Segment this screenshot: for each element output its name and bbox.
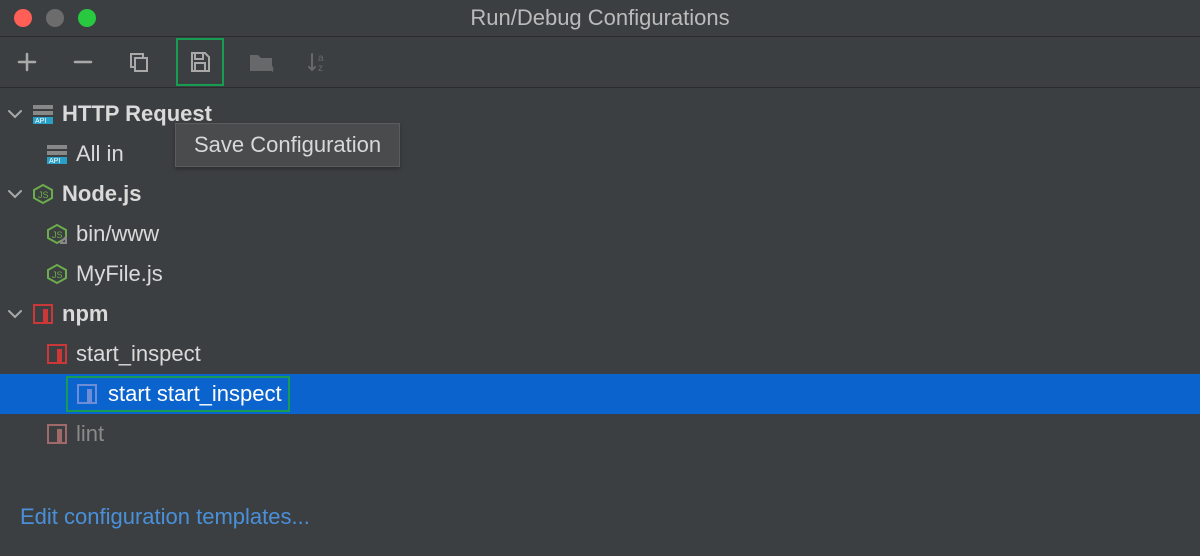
sort-configurations-button[interactable]: a z xyxy=(302,47,332,77)
svg-text:API: API xyxy=(35,118,46,125)
svg-text:JS: JS xyxy=(52,230,63,240)
tree-group-label: Node.js xyxy=(62,181,141,207)
nodejs-icon: JS xyxy=(44,263,70,285)
tree-group-npm[interactable]: npm xyxy=(0,294,1200,334)
move-to-folder-button[interactable]: + xyxy=(246,47,276,77)
tree-item-lint[interactable]: lint xyxy=(0,414,1200,454)
minimize-window-button[interactable] xyxy=(46,9,64,27)
nodejs-share-icon: JS xyxy=(44,223,70,245)
svg-text:+: + xyxy=(269,62,274,73)
toolbar: + a z xyxy=(0,37,1200,88)
zoom-window-button[interactable] xyxy=(78,9,96,27)
tooltip-text: Save Configuration xyxy=(194,132,381,157)
add-configuration-button[interactable] xyxy=(12,47,42,77)
tree-item-label: start_inspect xyxy=(76,341,201,367)
svg-text:JS: JS xyxy=(38,190,49,200)
tree-item-myfile-js[interactable]: JS MyFile.js xyxy=(0,254,1200,294)
copy-icon xyxy=(128,51,150,73)
api-icon: API xyxy=(44,143,70,165)
save-configuration-button[interactable] xyxy=(180,42,220,82)
edit-templates-link[interactable]: Edit configuration templates... xyxy=(20,504,310,530)
npm-temp-icon xyxy=(74,384,100,404)
tree-item-label: start start_inspect xyxy=(108,381,282,407)
folder-icon: + xyxy=(248,51,274,73)
copy-configuration-button[interactable] xyxy=(124,47,154,77)
npm-icon xyxy=(30,304,56,324)
nodejs-icon: JS xyxy=(30,183,56,205)
tree-item-label: MyFile.js xyxy=(76,261,163,287)
tree-group-nodejs[interactable]: JS Node.js xyxy=(0,174,1200,214)
window-controls xyxy=(0,9,96,27)
remove-configuration-button[interactable] xyxy=(68,47,98,77)
titlebar: Run/Debug Configurations xyxy=(0,0,1200,37)
window-title: Run/Debug Configurations xyxy=(0,5,1200,31)
tree-item-start-inspect[interactable]: start_inspect xyxy=(0,334,1200,374)
tree-item-label: lint xyxy=(76,421,104,447)
close-window-button[interactable] xyxy=(14,9,32,27)
tree-item-label: bin/www xyxy=(76,221,159,247)
save-icon xyxy=(188,50,212,74)
plus-icon xyxy=(16,51,38,73)
chevron-down-icon xyxy=(0,186,30,202)
svg-text:API: API xyxy=(49,158,60,165)
tree-item-label: All in xyxy=(76,141,124,167)
chevron-down-icon xyxy=(0,106,30,122)
highlight-box: start start_inspect xyxy=(66,376,290,412)
chevron-down-icon xyxy=(0,306,30,322)
minus-icon xyxy=(72,51,94,73)
tree-item-bin-www[interactable]: JS bin/www xyxy=(0,214,1200,254)
tree-group-label: npm xyxy=(62,301,108,327)
sort-az-icon: a z xyxy=(306,51,328,73)
npm-temp-icon xyxy=(44,424,70,444)
api-icon: API xyxy=(30,103,56,125)
svg-text:JS: JS xyxy=(52,270,63,280)
npm-icon xyxy=(44,344,70,364)
tree-item-start-start-inspect[interactable]: start start_inspect xyxy=(0,374,1200,414)
svg-text:z: z xyxy=(318,63,323,73)
save-configuration-tooltip: Save Configuration xyxy=(175,123,400,167)
